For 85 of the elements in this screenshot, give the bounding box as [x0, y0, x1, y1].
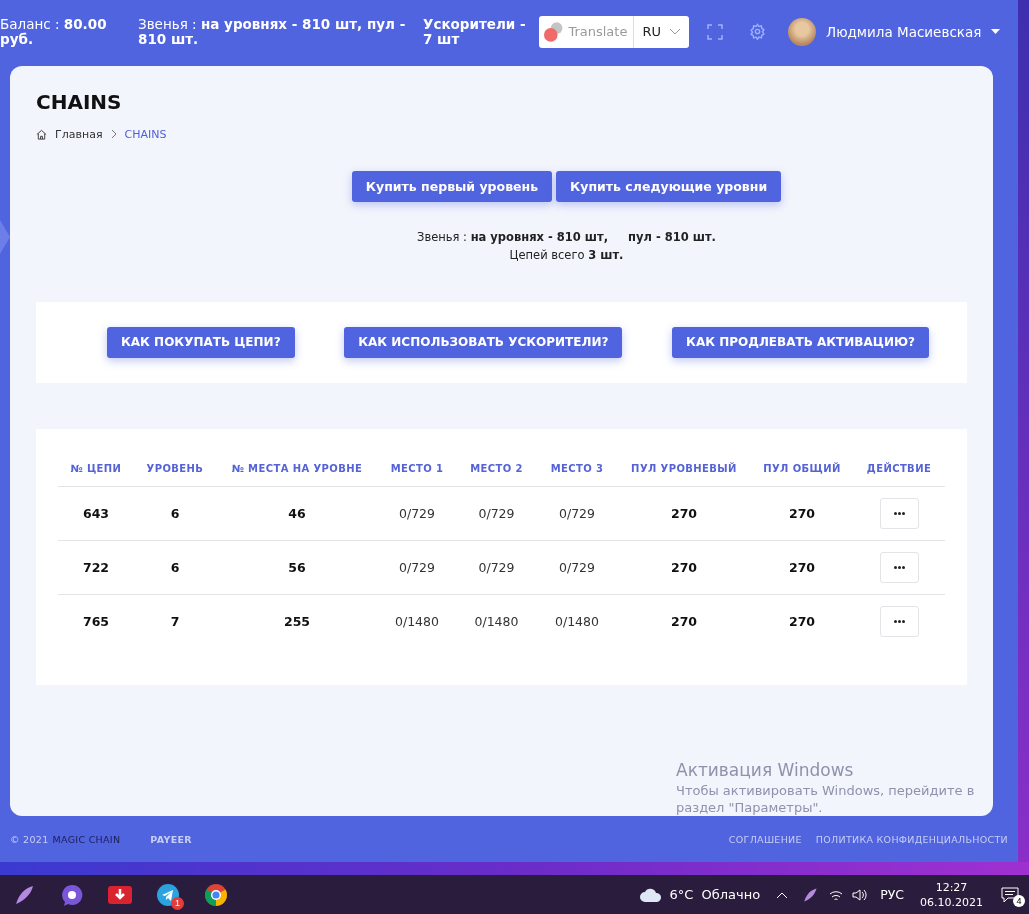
activation-title: Активация Windows — [676, 760, 855, 780]
table-cell: 0/729 — [378, 486, 456, 541]
weather-widget[interactable]: 6°C Облачно — [631, 887, 769, 902]
more-icon — [893, 511, 905, 515]
notification-count: 4 — [1013, 894, 1025, 907]
message-icon — [1001, 886, 1019, 903]
taskbar-app[interactable]: 1 — [144, 875, 192, 914]
language-select[interactable]: RU — [634, 15, 689, 48]
feather-icon — [13, 883, 35, 906]
links-summary: Звенья : на уровнях - 810 шт, пул - 810 шт. — [138, 15, 406, 47]
boosters-text: Ускорители - 7 шт — [423, 16, 527, 47]
table-cell: 0/729 — [456, 540, 537, 595]
help-button[interactable]: КАК ПОКУПАТЬ ЦЕПИ? — [107, 326, 295, 358]
table-cell-text: 270 — [669, 612, 699, 631]
table-cell-text: 0/1480 — [473, 612, 520, 631]
table-cell-text: 0/1480 — [394, 612, 440, 631]
column-header: ПУЛ ОБЩИЙ — [751, 452, 853, 487]
user-menu[interactable]: Людмила Масиевская — [788, 17, 1001, 46]
table-cell: 0/729 — [537, 540, 617, 595]
column-header: № МЕСТА НА УРОВНЕ — [216, 452, 378, 487]
browser-icon — [205, 883, 227, 906]
buy-button[interactable]: Купить следующие уровни — [556, 170, 782, 202]
table-cell-text: 255 — [282, 612, 312, 631]
column-header: ДЕЙСТВИЕ — [853, 452, 945, 487]
table-cell: 0/729 — [537, 486, 617, 541]
balance-text: Баланс : 80.00 руб. — [0, 15, 107, 47]
table-cell-text: 7 — [169, 612, 181, 631]
column-header: № ЦЕПИ — [58, 452, 134, 487]
chevron-up-icon[interactable] — [776, 890, 789, 899]
home-icon — [36, 128, 47, 140]
footer-link[interactable]: ПОЛИТИКА КОНФИДЕНЦИАЛЬНОСТИ — [815, 833, 1008, 845]
table-cell: 0/729 — [378, 540, 456, 595]
app-badge: 1 — [171, 897, 184, 910]
summary-text: Цепей всего 3 шт. — [509, 247, 624, 262]
column-header: МЕСТО 3 — [537, 452, 617, 487]
table-cell-text: 765 — [81, 612, 111, 631]
paper-plane-icon — [157, 883, 179, 906]
translate-widget[interactable]: Translate RU — [539, 15, 689, 48]
page-title: CHAINS — [36, 89, 123, 114]
summary-text: Звенья : на уровнях - 810 шт, пул - 810 шт. — [417, 229, 716, 244]
clock[interactable]: 12:27 06.10.2021 — [912, 879, 991, 910]
column-header: МЕСТО 2 — [456, 452, 537, 487]
breadcrumb-link[interactable]: Главная — [55, 127, 103, 141]
chevron-right-icon — [110, 129, 117, 140]
more-icon — [893, 620, 905, 624]
help-button[interactable]: КАК ПРОДЛЕВАТЬ АКТИВАЦИЮ? — [672, 326, 929, 358]
footer-link[interactable]: СОГЛАШЕНИЕ — [728, 833, 802, 845]
payment-text: PAYEER — [150, 833, 192, 845]
more-icon — [893, 565, 905, 569]
table-cell: 270 — [751, 486, 853, 541]
table-cell: 46 — [216, 486, 378, 541]
table-cell-text: 270 — [787, 612, 817, 631]
table-cell: 6 — [134, 486, 216, 541]
buy-button[interactable]: Купить первый уровень — [351, 170, 553, 202]
table-cell: 0/729 — [456, 486, 537, 541]
volume-icon[interactable] — [852, 887, 869, 902]
chevron-down-icon — [669, 27, 681, 36]
table-cell: 270 — [617, 486, 751, 541]
avatar — [788, 17, 816, 46]
breadcrumb-link[interactable]: CHAINS — [124, 127, 167, 141]
help-button[interactable]: КАК ИСПОЛЬЗОВАТЬ УСКОРИТЕЛИ? — [344, 326, 623, 358]
chat-bubble-icon — [61, 883, 83, 906]
brand-text: MAGIC CHAIN — [52, 833, 121, 845]
translate-icon — [543, 20, 565, 43]
caret-icon — [991, 29, 1001, 35]
column-header: МЕСТО 1 — [378, 452, 456, 487]
table-cell: 722 — [58, 540, 134, 595]
more-button[interactable] — [879, 606, 919, 638]
activation-text: Чтобы активировать Windows, перейдите в раздел "Параметры". — [676, 782, 976, 816]
copyright-text: © 2021 — [10, 833, 49, 845]
table-cell: 270 — [751, 540, 853, 595]
table-cell-text: 0/1480 — [554, 612, 600, 631]
table-cell: 270 — [617, 540, 751, 595]
more-button[interactable] — [879, 551, 919, 583]
more-button[interactable] — [879, 497, 919, 529]
table-cell: 643 — [58, 486, 134, 541]
translate-label: Translate — [564, 15, 635, 48]
table-cell: 6 — [134, 540, 216, 595]
table-cell: 56 — [216, 540, 378, 595]
feather-icon[interactable] — [802, 886, 819, 903]
cloud-icon — [639, 887, 662, 902]
column-header: ПУЛ УРОВНЕВЫЙ — [617, 452, 751, 487]
column-header: УРОВЕНЬ — [134, 452, 216, 487]
download-icon — [108, 885, 132, 904]
language-indicator[interactable]: РУС — [880, 887, 904, 902]
